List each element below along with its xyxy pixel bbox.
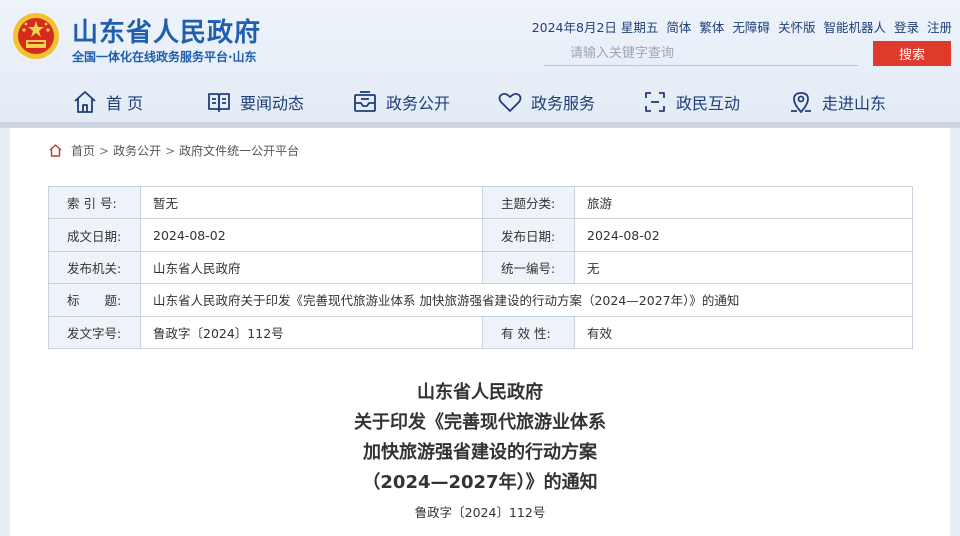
- document-title-line: 山东省人民政府: [417, 382, 543, 403]
- document-title-line: 关于印发《完善现代旅游业体系: [354, 412, 606, 433]
- issuer-value: 山东省人民政府: [140, 250, 483, 285]
- register-link[interactable]: 注册: [927, 17, 952, 36]
- issuer-label: 发布机关:: [48, 250, 141, 285]
- smart-robot-link[interactable]: 智能机器人: [823, 17, 886, 36]
- document-title-line: 加快旅游强省建设的行动方案: [363, 442, 597, 463]
- table-row: 发文字号: 鲁政字〔2024〕112号 有 效 性: 有效: [48, 315, 913, 349]
- location-icon: [791, 92, 811, 113]
- document-meta-table: 索 引 号: 暂无 主题分类: 旅游 成文日期: 2024-08-02 发布日期…: [48, 185, 913, 349]
- nav-item-home[interactable]: 首 页: [72, 84, 143, 120]
- nav-item-news[interactable]: 要闻动态: [206, 84, 304, 120]
- validity-label: 有 效 性:: [482, 315, 575, 349]
- login-link[interactable]: 登录: [894, 17, 919, 36]
- title-label: 标 题:: [48, 283, 141, 317]
- newspaper-icon: [208, 93, 230, 112]
- created-date-label: 成文日期:: [48, 218, 141, 252]
- nav-item-gov-services[interactable]: 政务服务: [497, 84, 595, 120]
- table-row: 标 题: 山东省人民政府关于印发《完善现代旅游业体系 加快旅游强省建设的行动方案…: [48, 283, 913, 317]
- index-value: 暂无: [140, 185, 483, 220]
- nav-item-label: 首 页: [106, 94, 144, 113]
- care-mode-link[interactable]: 关怀版: [778, 17, 816, 36]
- inbox-icon: [354, 91, 376, 112]
- breadcrumb-separator: >: [99, 143, 110, 158]
- nav-item-label: 走进山东: [822, 94, 887, 113]
- traditional-chinese-link[interactable]: 繁体: [699, 17, 724, 36]
- breadcrumb-separator: >: [165, 143, 176, 158]
- breadcrumb-current[interactable]: 政府文件统一公开平台: [179, 142, 299, 159]
- published-date-value: 2024-08-02: [574, 218, 913, 252]
- nav-item-label: 政务服务: [531, 94, 596, 113]
- nav-item-label: 政务公开: [386, 94, 451, 113]
- document-title: 山东省人民政府 关于印发《完善现代旅游业体系 加快旅游强省建设的行动方案 （20…: [10, 378, 950, 498]
- published-date-label: 发布日期:: [482, 218, 575, 252]
- breadcrumb-home[interactable]: 首页: [71, 142, 95, 159]
- breadcrumb-gov-affairs[interactable]: 政务公开: [113, 142, 161, 159]
- serial-value: 无: [574, 250, 913, 285]
- main-content: 首页 > 政务公开 > 政府文件统一公开平台 索 引 号: 暂无 主题分类: 旅…: [10, 128, 950, 536]
- main-nav: 首 页 要闻动态 政务公开 政务服务 政民互动 走进山东: [0, 84, 960, 120]
- home-icon: [74, 91, 96, 113]
- topic-label: 主题分类:: [482, 185, 575, 220]
- interaction-icon: [645, 92, 665, 112]
- table-row: 成文日期: 2024-08-02 发布日期: 2024-08-02: [48, 218, 913, 252]
- national-emblem-icon: [13, 13, 59, 59]
- accessibility-link[interactable]: 无障碍: [732, 17, 770, 36]
- doc-number-value: 鲁政字〔2024〕112号: [140, 315, 483, 349]
- nav-item-label: 要闻动态: [240, 94, 305, 113]
- home-icon: [49, 144, 62, 157]
- search-button[interactable]: 搜索: [873, 41, 951, 66]
- nav-item-label: 政民互动: [676, 94, 741, 113]
- search-input[interactable]: [544, 42, 858, 66]
- index-label: 索 引 号:: [48, 185, 141, 220]
- document-number: 鲁政字〔2024〕112号: [414, 505, 546, 520]
- site-title[interactable]: 山东省人民政府: [72, 12, 261, 49]
- created-date-value: 2024-08-02: [140, 218, 483, 252]
- validity-value: 有效: [574, 315, 913, 349]
- top-links: 2024年8月2日 星期五 简体 繁体 无障碍 关怀版 智能机器人 登录 注册: [532, 17, 952, 36]
- site-header: 山东省人民政府 全国一体化在线政务服务平台·山东 2024年8月2日 星期五 简…: [0, 0, 960, 124]
- title-value: 山东省人民政府关于印发《完善现代旅游业体系 加快旅游强省建设的行动方案（2024…: [140, 283, 913, 317]
- nav-item-gov-affairs[interactable]: 政务公开: [352, 84, 450, 120]
- site-subtitle: 全国一体化在线政务服务平台·山东: [72, 50, 257, 64]
- heart-icon: [498, 92, 522, 112]
- nav-item-about-shandong[interactable]: 走进山东: [788, 84, 886, 120]
- doc-number-label: 发文字号:: [48, 315, 141, 349]
- breadcrumb: 首页 > 政务公开 > 政府文件统一公开平台: [48, 142, 299, 159]
- document-title-line: （2024—2027年）》的通知: [362, 472, 598, 493]
- simplified-chinese-link[interactable]: 简体: [666, 17, 691, 36]
- serial-label: 统一编号:: [482, 250, 575, 285]
- table-row: 索 引 号: 暂无 主题分类: 旅游: [48, 185, 913, 220]
- table-row: 发布机关: 山东省人民政府 统一编号: 无: [48, 250, 913, 285]
- current-date: 2024年8月2日 星期五: [531, 20, 659, 35]
- nav-item-interaction[interactable]: 政民互动: [642, 84, 740, 120]
- topic-value: 旅游: [574, 185, 913, 220]
